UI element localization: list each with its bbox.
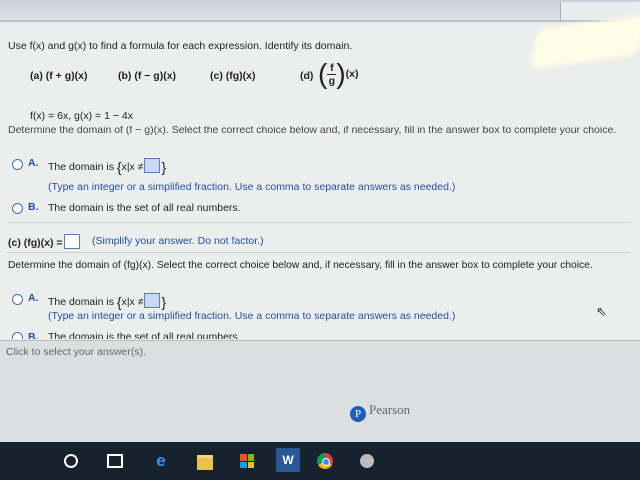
part-d-suffix: (x) xyxy=(345,68,359,80)
answer-box-fg-domain[interactable] xyxy=(144,293,161,308)
radio-option-b-minus[interactable] xyxy=(12,203,23,214)
chrome-icon[interactable] xyxy=(316,452,334,470)
function-definitions: f(x) = 6x, g(x) = 1 − 4x xyxy=(30,110,133,122)
option-a-minus-label: A. xyxy=(28,157,39,169)
footer-divider xyxy=(0,340,640,341)
part-c-prompt: (c) (fg)(x) = xyxy=(8,234,81,249)
part-a-label: (a) (f + g)(x) xyxy=(30,70,88,82)
media-icon[interactable] xyxy=(358,452,376,470)
fraction-numerator: f xyxy=(330,61,334,74)
option-a-minus-text: The domain is {x|x ≠} xyxy=(48,158,166,175)
option-b-minus-text: The domain is the set of all real number… xyxy=(48,202,241,214)
radio-option-a-fg[interactable] xyxy=(12,294,23,305)
part-c-label: (c) (fg)(x) xyxy=(210,70,256,82)
mouse-cursor-icon: ⇖ xyxy=(596,304,607,319)
pearson-logo: P Pearson xyxy=(350,402,410,422)
question-text: Use f(x) and g(x) to find a formula for … xyxy=(8,40,353,52)
edge-icon[interactable]: e xyxy=(152,452,170,470)
determine-fg-minus-text: Determine the domain of (f − g)(x). Sele… xyxy=(8,126,617,136)
part-d-label: (d) xyxy=(300,70,314,82)
option-a-fg-label: A. xyxy=(28,292,39,304)
determine-fg-text: Determine the domain of (fg)(x). Select … xyxy=(8,260,593,271)
set-close-brace: } xyxy=(161,159,167,175)
option-a-minus-pre: The domain is xyxy=(48,161,114,173)
set-condition: x|x ≠ xyxy=(121,296,144,308)
radio-option-a-minus[interactable] xyxy=(12,159,23,170)
part-d-expression: ( f g ) (x) xyxy=(318,60,359,88)
pearson-mark-icon: P xyxy=(350,406,366,422)
store-icon[interactable] xyxy=(238,452,256,470)
option-b-fg-text: The domain is the set of all real number… xyxy=(48,331,241,339)
word-icon[interactable]: W xyxy=(276,448,300,472)
task-view-icon[interactable] xyxy=(106,452,124,470)
divider xyxy=(6,252,630,253)
part-c-equation: (c) (fg)(x) = xyxy=(8,237,63,249)
radio-option-b-fg[interactable] xyxy=(12,332,23,339)
file-explorer-icon[interactable] xyxy=(196,452,214,470)
cortana-circle-icon[interactable] xyxy=(62,452,80,470)
option-b-minus-label: B. xyxy=(28,201,39,213)
set-condition: x|x ≠ xyxy=(121,161,144,173)
paren-open: ( xyxy=(318,58,328,89)
question-page: Use f(x) and g(x) to find a formula for … xyxy=(0,22,640,442)
paren-close: ) xyxy=(336,58,346,89)
option-a-fg-text: The domain is {x|x ≠} xyxy=(48,293,166,310)
option-a-fg-hint: (Type an integer or a simplified fractio… xyxy=(48,310,456,322)
answer-box-fg[interactable] xyxy=(63,234,80,249)
pearson-brand: Pearson xyxy=(369,402,411,417)
option-b-fg-label: B. xyxy=(28,331,39,339)
option-a-minus-hint: (Type an integer or a simplified fractio… xyxy=(48,181,456,193)
option-a-fg-pre: The domain is xyxy=(48,296,114,308)
click-to-select-text: Click to select your answer(s). xyxy=(6,346,147,358)
divider xyxy=(6,222,630,223)
browser-top-strip xyxy=(0,0,640,22)
part-c-hint: (Simplify your answer. Do not factor.) xyxy=(92,235,264,247)
footer-area: Click to select your answer(s). xyxy=(0,340,640,442)
fraction: f g xyxy=(327,61,337,87)
set-close-brace: } xyxy=(161,294,167,310)
part-b-label: (b) (f − g)(x) xyxy=(118,70,177,82)
option-b-fg-row: B. The domain is the set of all real num… xyxy=(0,330,640,339)
fraction-denominator: g xyxy=(328,74,336,87)
answer-box-minus[interactable] xyxy=(144,158,161,173)
taskbar: e W xyxy=(0,442,640,480)
